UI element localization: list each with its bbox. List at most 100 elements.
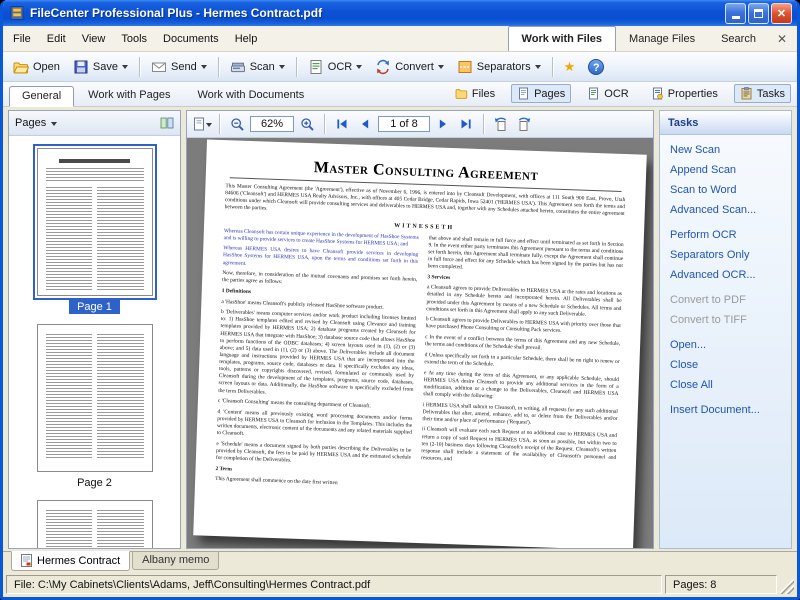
toggle-properties[interactable]: Properties [645, 84, 724, 103]
help-button[interactable]: ? [582, 54, 610, 79]
save-dropdown-icon[interactable] [122, 65, 128, 72]
toggle-tasks[interactable]: Tasks [734, 84, 791, 103]
page-thumbnail-1[interactable]: Page 1 [37, 148, 153, 313]
open-folder-icon [13, 59, 29, 75]
resize-grip[interactable] [780, 575, 794, 594]
send-button[interactable]: Send [145, 54, 213, 79]
menu-edit[interactable]: Edit [39, 26, 74, 51]
send-label: Send [171, 61, 197, 73]
page-thumbnail-3[interactable] [37, 500, 153, 548]
thumbnail-preview [37, 500, 153, 548]
document-columns: Whereas Cleansoft has certain unique exp… [215, 228, 624, 501]
maximize-icon [754, 9, 763, 18]
task-advanced-scan[interactable]: Advanced Scan... [670, 204, 781, 216]
task-separators-only[interactable]: Separators Only [670, 249, 781, 261]
task-close[interactable]: Close [670, 359, 781, 371]
zoom-level[interactable]: 62% [250, 116, 294, 132]
document-left-column: Whereas Cleansoft has certain unique exp… [215, 228, 419, 494]
doc-tab-albany-memo[interactable]: Albany memo [132, 552, 219, 570]
close-button[interactable]: ✕ [771, 3, 792, 24]
convert-dropdown-icon[interactable] [438, 65, 444, 72]
document-tabs: Hermes Contract Albany memo [3, 551, 797, 573]
thumbnail-label: Page 1 [69, 300, 120, 314]
convert-button[interactable]: Convert [369, 54, 450, 79]
page-thumbnail-2[interactable]: Page 2 [37, 324, 153, 489]
zoom-in-button[interactable] [297, 114, 317, 135]
tab-manage-files[interactable]: Manage Files [616, 26, 708, 51]
thumbnail-preview [37, 148, 153, 296]
scan-dropdown-icon[interactable] [279, 65, 285, 72]
previous-page-button[interactable] [355, 114, 375, 135]
tasks-clipboard-icon [740, 87, 753, 100]
doc-tab-hermes-contract[interactable]: Hermes Contract [11, 551, 130, 571]
tab-work-with-pages[interactable]: Work with Pages [75, 85, 183, 106]
ocr-page-icon [308, 59, 324, 75]
task-close-all[interactable]: Close All [670, 379, 781, 391]
viewer-canvas: Master Consulting Agreement This Master … [187, 138, 653, 548]
document-right-column: that above and shall remain in full forc… [420, 235, 624, 501]
pages-selector-label: Pages [15, 117, 46, 129]
open-button[interactable]: Open [7, 54, 66, 79]
toggle-files-label: Files [472, 88, 495, 100]
tab-general[interactable]: General [9, 86, 74, 107]
layout-icon[interactable] [160, 116, 174, 130]
scan-button[interactable]: Scan [224, 54, 291, 79]
convert-arrows-icon [375, 59, 391, 75]
menu-documents[interactable]: Documents [155, 26, 227, 51]
task-open[interactable]: Open... [670, 339, 781, 351]
minimize-icon [732, 16, 740, 19]
minimize-button[interactable] [725, 3, 746, 24]
rotate-right-button[interactable] [514, 114, 534, 135]
menu-view[interactable]: View [74, 26, 114, 51]
task-scan-to-word[interactable]: Scan to Word [670, 184, 781, 196]
viewer-separator [219, 114, 220, 134]
tab-work-with-files[interactable]: Work with Files [508, 26, 616, 51]
tasks-panel: Tasks New Scan Append Scan Scan to Word … [659, 110, 792, 549]
toggle-ocr[interactable]: OCR [581, 84, 634, 103]
save-button[interactable]: Save [67, 54, 134, 79]
document-viewer: 62% 1 of 8 [186, 110, 654, 549]
next-page-button[interactable] [433, 114, 453, 135]
thumbnail-preview [37, 324, 153, 472]
toggle-tasks-label: Tasks [757, 88, 785, 100]
toggle-files[interactable]: Files [449, 84, 501, 103]
rotate-left-button[interactable] [491, 114, 511, 135]
task-insert-document[interactable]: Insert Document... [670, 404, 781, 416]
tab-search[interactable]: Search [708, 26, 769, 51]
separators-button[interactable]: Separators [451, 54, 547, 79]
task-append-scan[interactable]: Append Scan [670, 164, 781, 176]
menu-tools[interactable]: Tools [113, 26, 155, 51]
send-dropdown-icon[interactable] [201, 65, 207, 72]
task-perform-ocr[interactable]: Perform OCR [670, 229, 781, 241]
close-workspace-button[interactable]: ✕ [769, 26, 797, 51]
favorites-button[interactable]: ★ [558, 54, 582, 79]
toggle-properties-label: Properties [668, 88, 718, 100]
menu-help[interactable]: Help [227, 26, 266, 51]
ocr-button[interactable]: OCR [302, 54, 368, 79]
files-folder-icon [455, 87, 468, 100]
pages-icon [517, 87, 530, 100]
separators-dropdown-icon[interactable] [535, 65, 541, 72]
page-indicator[interactable]: 1 of 8 [378, 116, 430, 132]
view-menu-button[interactable] [192, 114, 212, 135]
task-new-scan[interactable]: New Scan [670, 144, 781, 156]
status-bar: File: C:\My Cabinets\Clients\Adams, Jeff… [3, 573, 797, 597]
document-icon [21, 554, 32, 567]
separators-icon [457, 59, 473, 75]
first-page-button[interactable] [332, 114, 352, 135]
task-advanced-ocr[interactable]: Advanced OCR... [670, 269, 781, 281]
toolbar-separator [218, 57, 219, 77]
ocr-dropdown-icon[interactable] [356, 65, 362, 72]
toggle-pages[interactable]: Pages [511, 84, 571, 103]
pages-selector[interactable]: Pages [15, 117, 57, 129]
zoom-out-button[interactable] [227, 114, 247, 135]
toolbar-separator [139, 57, 140, 77]
tab-work-with-documents[interactable]: Work with Documents [184, 85, 317, 106]
maximize-button[interactable] [748, 3, 769, 24]
send-envelope-icon [151, 59, 167, 75]
last-page-button[interactable] [456, 114, 476, 135]
last-page-icon [459, 117, 473, 131]
mode-tabs: Work with Files Manage Files Search ✕ [508, 26, 797, 51]
thumbnail-list: Page 1 Page 2 [9, 136, 180, 548]
menu-file[interactable]: File [5, 26, 39, 51]
